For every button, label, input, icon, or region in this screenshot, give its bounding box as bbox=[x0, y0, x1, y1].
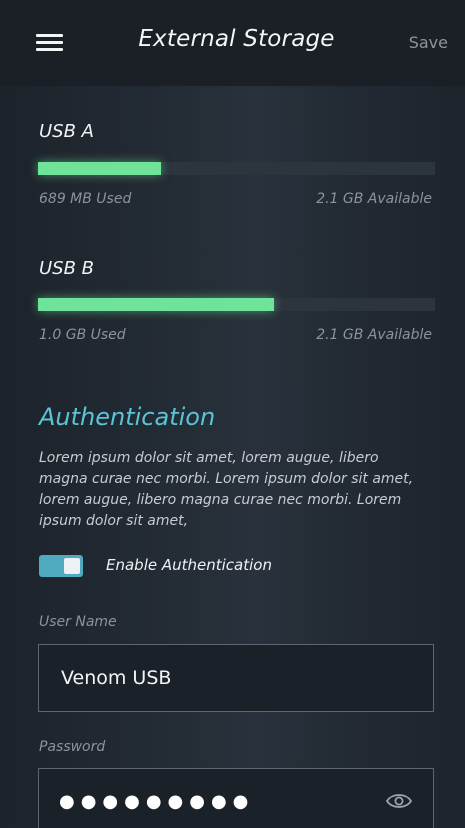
usb-b-usage-bar bbox=[38, 298, 435, 311]
eye-icon[interactable] bbox=[385, 791, 413, 811]
password-label: Password bbox=[39, 739, 106, 755]
authentication-heading: Authentication bbox=[39, 403, 216, 431]
usb-a-label: USB A bbox=[39, 121, 94, 142]
enable-authentication-label: Enable Authentication bbox=[106, 556, 272, 574]
password-field[interactable]: ●●●●●●●●● bbox=[38, 768, 434, 828]
username-field[interactable]: Venom USB bbox=[38, 644, 434, 712]
top-app-bar: External Storage Save bbox=[0, 0, 465, 86]
usb-b-available: 2.1 GB Available bbox=[316, 327, 432, 343]
username-value: Venom USB bbox=[61, 667, 172, 689]
usb-a-usage-fill bbox=[38, 162, 162, 175]
usb-b-label: USB B bbox=[39, 258, 95, 279]
username-label: User Name bbox=[39, 614, 117, 630]
usb-b-usage-fill bbox=[38, 298, 275, 311]
usb-a-available: 2.1 GB Available bbox=[316, 191, 432, 207]
page-title: External Storage bbox=[138, 26, 335, 52]
external-storage-screen: External Storage Save USB A 689 MB Used … bbox=[0, 0, 465, 828]
usb-a-used: 689 MB Used bbox=[39, 191, 132, 207]
usb-b-used: 1.0 GB Used bbox=[39, 327, 126, 343]
save-button[interactable]: Save bbox=[409, 33, 448, 52]
enable-authentication-toggle[interactable] bbox=[39, 555, 83, 577]
usb-a-usage-bar bbox=[38, 162, 435, 175]
password-value: ●●●●●●●●● bbox=[59, 791, 255, 812]
authentication-description: Lorem ipsum dolor sit amet, lorem augue,… bbox=[39, 450, 414, 529]
toggle-knob bbox=[64, 558, 80, 574]
